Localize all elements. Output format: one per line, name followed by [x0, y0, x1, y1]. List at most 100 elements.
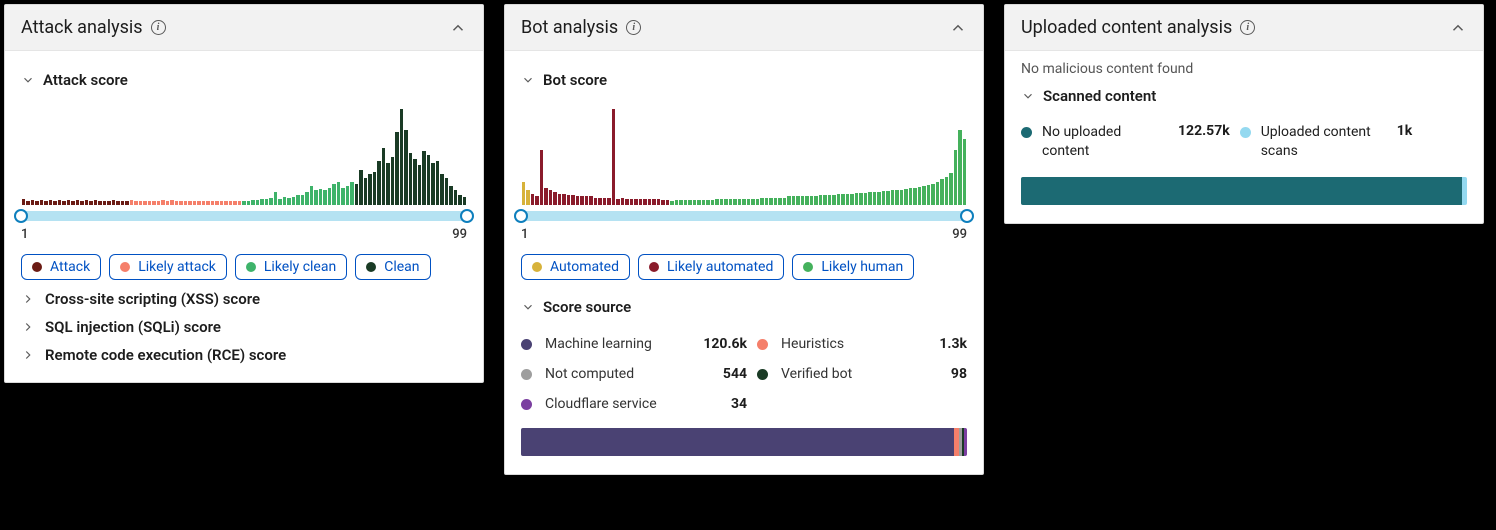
chart-bar	[562, 194, 566, 205]
chevron-up-icon[interactable]	[449, 19, 467, 37]
chart-bar	[958, 130, 962, 205]
chart-bar	[319, 189, 323, 205]
chart-bar	[522, 182, 526, 205]
info-icon[interactable]: i	[1240, 20, 1255, 35]
chart-bar	[711, 200, 715, 205]
chart-bar	[639, 199, 643, 205]
source-label: Machine learning	[545, 336, 693, 352]
info-icon[interactable]: i	[151, 20, 166, 35]
scanned-entry: Uploaded content scans1k	[1240, 123, 1413, 161]
panel-content-header[interactable]: Uploaded content analysis i	[1005, 5, 1483, 51]
chart-bar	[927, 185, 931, 205]
slider-handle-min[interactable]	[14, 209, 28, 223]
chart-bar	[904, 189, 908, 205]
chart-bar	[233, 201, 237, 205]
chart-bar	[404, 130, 408, 205]
chart-bar	[71, 201, 75, 205]
chart-bar	[706, 200, 710, 205]
legend-chip-label: Likely human	[821, 259, 903, 275]
chart-bar	[571, 195, 575, 205]
legend-dot-icon	[120, 262, 130, 272]
chevron-up-icon[interactable]	[949, 19, 967, 37]
source-dot-icon	[521, 399, 532, 410]
legend-chip[interactable]: Likely human	[792, 254, 914, 280]
chart-bar	[783, 198, 787, 205]
chart-bar	[864, 193, 868, 205]
chart-bar	[121, 201, 125, 205]
chart-bar	[684, 200, 688, 205]
chart-bar	[819, 195, 823, 205]
chart-bar	[431, 163, 435, 205]
bot-range-min: 1	[521, 227, 528, 242]
chart-bar	[224, 201, 228, 205]
expander-label: Remote code execution (RCE) score	[45, 346, 286, 364]
expander-row[interactable]: Cross-site scripting (XSS) score	[21, 280, 467, 308]
expander-row[interactable]: SQL injection (SQLi) score	[21, 308, 467, 336]
chart-bar	[702, 200, 706, 205]
chart-bar	[796, 196, 800, 205]
chart-bar	[206, 201, 210, 205]
chevron-up-icon[interactable]	[1449, 19, 1467, 37]
chevron-right-icon	[21, 348, 35, 362]
chart-bar	[841, 194, 845, 205]
chart-bar	[67, 200, 71, 205]
chart-bar	[31, 200, 35, 205]
scanned-dot-icon	[1240, 127, 1251, 138]
legend-chip[interactable]: Automated	[521, 254, 630, 280]
chart-bar	[715, 199, 719, 205]
section-score-source-toggle[interactable]: Score source	[521, 288, 967, 322]
chart-bar	[188, 201, 192, 205]
chart-bar	[540, 150, 544, 205]
chart-bar	[850, 194, 854, 205]
chart-bar	[895, 190, 899, 205]
chart-bar	[751, 199, 755, 205]
panel-bot-title: Bot analysis	[521, 17, 618, 38]
chart-bar	[576, 196, 580, 205]
expander-row[interactable]: Remote code execution (RCE) score	[21, 336, 467, 364]
attack-score-slider[interactable]	[21, 211, 467, 221]
stacked-segment	[521, 428, 954, 456]
chart-bar	[440, 174, 444, 205]
chart-bar	[89, 201, 93, 205]
slider-handle-min[interactable]	[514, 209, 528, 223]
slider-handle-max[interactable]	[960, 209, 974, 223]
info-icon[interactable]: i	[626, 20, 641, 35]
chart-bar	[58, 200, 62, 205]
stacked-segment	[1462, 177, 1467, 205]
legend-dot-icon	[32, 262, 42, 272]
chart-bar	[332, 184, 336, 205]
panel-attack-title: Attack analysis	[21, 17, 143, 38]
chart-bar	[670, 201, 674, 205]
expander-label: SQL injection (SQLi) score	[45, 318, 221, 336]
chart-bar	[877, 192, 881, 205]
panel-bot-header[interactable]: Bot analysis i	[505, 5, 983, 51]
chart-bar	[170, 200, 174, 205]
chevron-right-icon	[21, 320, 35, 334]
section-score-source-title: Score source	[543, 298, 631, 316]
chart-bar	[350, 182, 354, 205]
section-scanned-content-toggle[interactable]: Scanned content	[1021, 77, 1467, 111]
chart-bar	[688, 200, 692, 205]
section-attack-score-toggle[interactable]: Attack score	[21, 61, 467, 95]
chart-bar	[184, 201, 188, 205]
section-bot-score-toggle[interactable]: Bot score	[521, 61, 967, 95]
legend-chip[interactable]: Attack	[21, 254, 101, 280]
source-label: Verified bot	[781, 366, 929, 382]
legend-chip[interactable]: Clean	[355, 254, 430, 280]
legend-chip[interactable]: Likely automated	[638, 254, 784, 280]
legend-chip[interactable]: Likely clean	[235, 254, 347, 280]
panel-attack-header[interactable]: Attack analysis i	[5, 5, 483, 51]
chart-bar	[553, 192, 557, 205]
chart-bar	[238, 201, 242, 205]
legend-chip[interactable]: Likely attack	[109, 254, 227, 280]
chart-bar	[125, 201, 129, 205]
chart-bar	[202, 201, 206, 205]
chart-bar	[612, 109, 616, 205]
slider-handle-max[interactable]	[460, 209, 474, 223]
section-scanned-content-title: Scanned content	[1043, 87, 1156, 105]
bot-score-slider[interactable]	[521, 211, 967, 221]
chart-bar	[310, 186, 314, 205]
chart-bar	[882, 191, 886, 205]
chart-bar	[193, 201, 197, 205]
chart-bar	[242, 201, 246, 205]
